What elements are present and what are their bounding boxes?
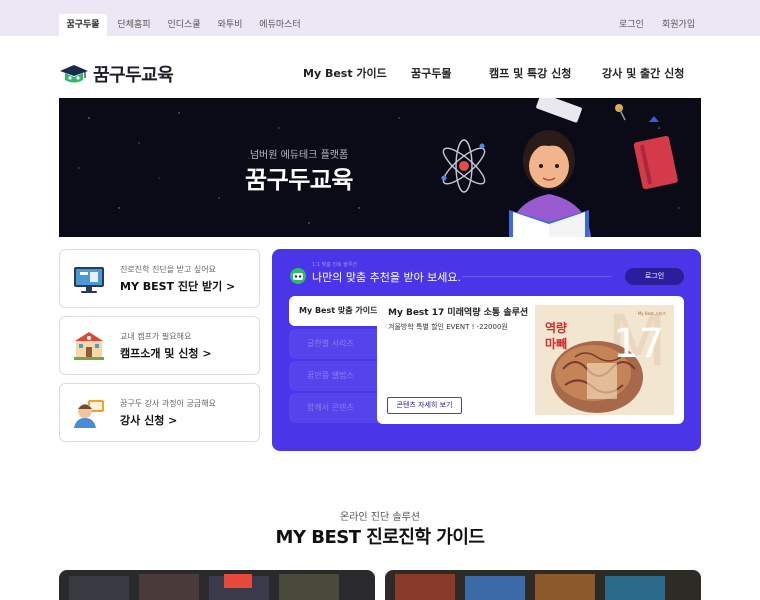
panel-tab-albums[interactable]: 꿈만쯤 앨범스 [289, 361, 379, 391]
content-detail-button[interactable]: 콘텐츠 자세히 보기 [387, 397, 462, 414]
top-tab-group-homepage[interactable]: 단체홈피 [112, 14, 156, 36]
panel-tab-series[interactable]: 글한별 시리즈 [289, 329, 379, 359]
book-cover-image: M 역량 마빼 My Best 시리즈 17 [535, 305, 674, 415]
nav-camp-lecture-apply[interactable]: 캠프 및 특강 신청 [489, 65, 571, 81]
hero-banner[interactable]: 넘버원 에듀테크 플랫폼 꿈구두교육 [59, 98, 701, 237]
book-number: 17 [613, 321, 664, 367]
nav-my-best-guide[interactable]: My Best 가이드 [303, 65, 387, 81]
card-instructor-apply[interactable]: 꿈구두 강사 과정이 궁금해요 강사 신청 > [59, 383, 260, 442]
card-subtitle: 진로진학 진단을 받고 싶어요 [120, 265, 216, 274]
signup-link[interactable]: 회원가입 [662, 14, 695, 36]
panel-tab-contents[interactable]: 함께서 콘텐츠 [289, 393, 379, 423]
card-camp-intro[interactable]: 교내 캠프가 필요해요 캠프소개 및 신청 > [59, 316, 260, 375]
content-title: My Best 17 미래역량 소통 솔루션 [388, 308, 529, 318]
top-tab-edumaster[interactable]: 에듀마스터 [254, 14, 306, 36]
book-title-line-1: 역량 [545, 321, 568, 335]
guide-thumbnail-left[interactable] [59, 570, 375, 600]
recommendation-panel: 1:1 맞춤 진로 솔루션 나만의 맞춤 추천을 받아 보세요. 로그인 My … [272, 249, 701, 451]
logo-text: 꿈구두교육 [93, 65, 174, 86]
panel-tab-my-best-guide[interactable]: My Best 맞춤 가이드 [289, 296, 379, 326]
site-logo[interactable]: 꿈구두교육 [59, 62, 174, 86]
content-subtitle: 겨울방학 특별 할인 EVENT ! -22000원 [388, 323, 508, 331]
login-link[interactable]: 로그인 [619, 14, 644, 36]
card-subtitle: 꿈구두 강사 과정이 궁금해요 [120, 399, 216, 408]
computer-icon [74, 267, 104, 293]
main-header: 꿈구두교육 My Best 가이드 꿈구두몰 캠프 및 특강 신청 강사 및 출… [0, 36, 760, 98]
top-tab-indischool[interactable]: 인디스쿨 [162, 14, 206, 36]
teacher-icon [74, 400, 104, 428]
school-icon [74, 332, 104, 360]
panel-login-button[interactable]: 로그인 [625, 268, 684, 285]
nav-instructor-publish-apply[interactable]: 강사 및 출간 신청 [602, 65, 684, 81]
atom-icon [441, 139, 486, 193]
top-tab-kkumgudu-mall[interactable]: 꿈구두몰 [59, 14, 107, 36]
hero-title: 꿈구두교육 [245, 166, 353, 194]
card-my-best-diagnosis[interactable]: 진로진학 진단을 받고 싶어요 MY BEST 진단 받기 > [59, 249, 260, 308]
top-tab-watobi[interactable]: 와투비 [212, 14, 248, 36]
section-title: MY BEST 진로진학 가이드 [275, 527, 485, 548]
guide-thumbnail-right[interactable] [385, 570, 701, 600]
panel-divider [462, 276, 612, 277]
guide-books-image [385, 570, 701, 600]
card-title: 캠프소개 및 신청 > [120, 347, 212, 360]
graduation-cap-logo-icon [60, 65, 88, 83]
robot-icon [290, 268, 306, 284]
guide-books-image [59, 570, 375, 600]
card-title: 강사 신청 > [120, 414, 178, 427]
panel-small-label: 1:1 맞춤 진로 솔루션 [312, 262, 358, 268]
student-reading-illustration [441, 98, 678, 237]
card-subtitle: 교내 캠프가 필요해요 [120, 332, 192, 341]
hero-subtitle: 넘버원 에듀테크 플랫폼 [249, 150, 349, 161]
section-subtitle: 온라인 진단 솔루션 [340, 512, 420, 523]
top-utility-bar: 꿈구두몰 단체홈피 인디스쿨 와투비 에듀마스터 로그인 회원가입 [0, 0, 760, 36]
book-series-label: My Best 시리즈 [637, 311, 666, 316]
nav-kkumgudu-mall[interactable]: 꿈구두몰 [411, 65, 451, 81]
panel-content-card: My Best 17 미래역량 소통 솔루션 겨울방학 특별 할인 EVENT … [377, 296, 684, 424]
book-title-line-2: 마빼 [545, 337, 568, 351]
panel-headline: 나만의 맞춤 추천을 받아 보세요. [312, 271, 462, 284]
card-title: MY BEST 진단 받기 > [120, 280, 236, 293]
